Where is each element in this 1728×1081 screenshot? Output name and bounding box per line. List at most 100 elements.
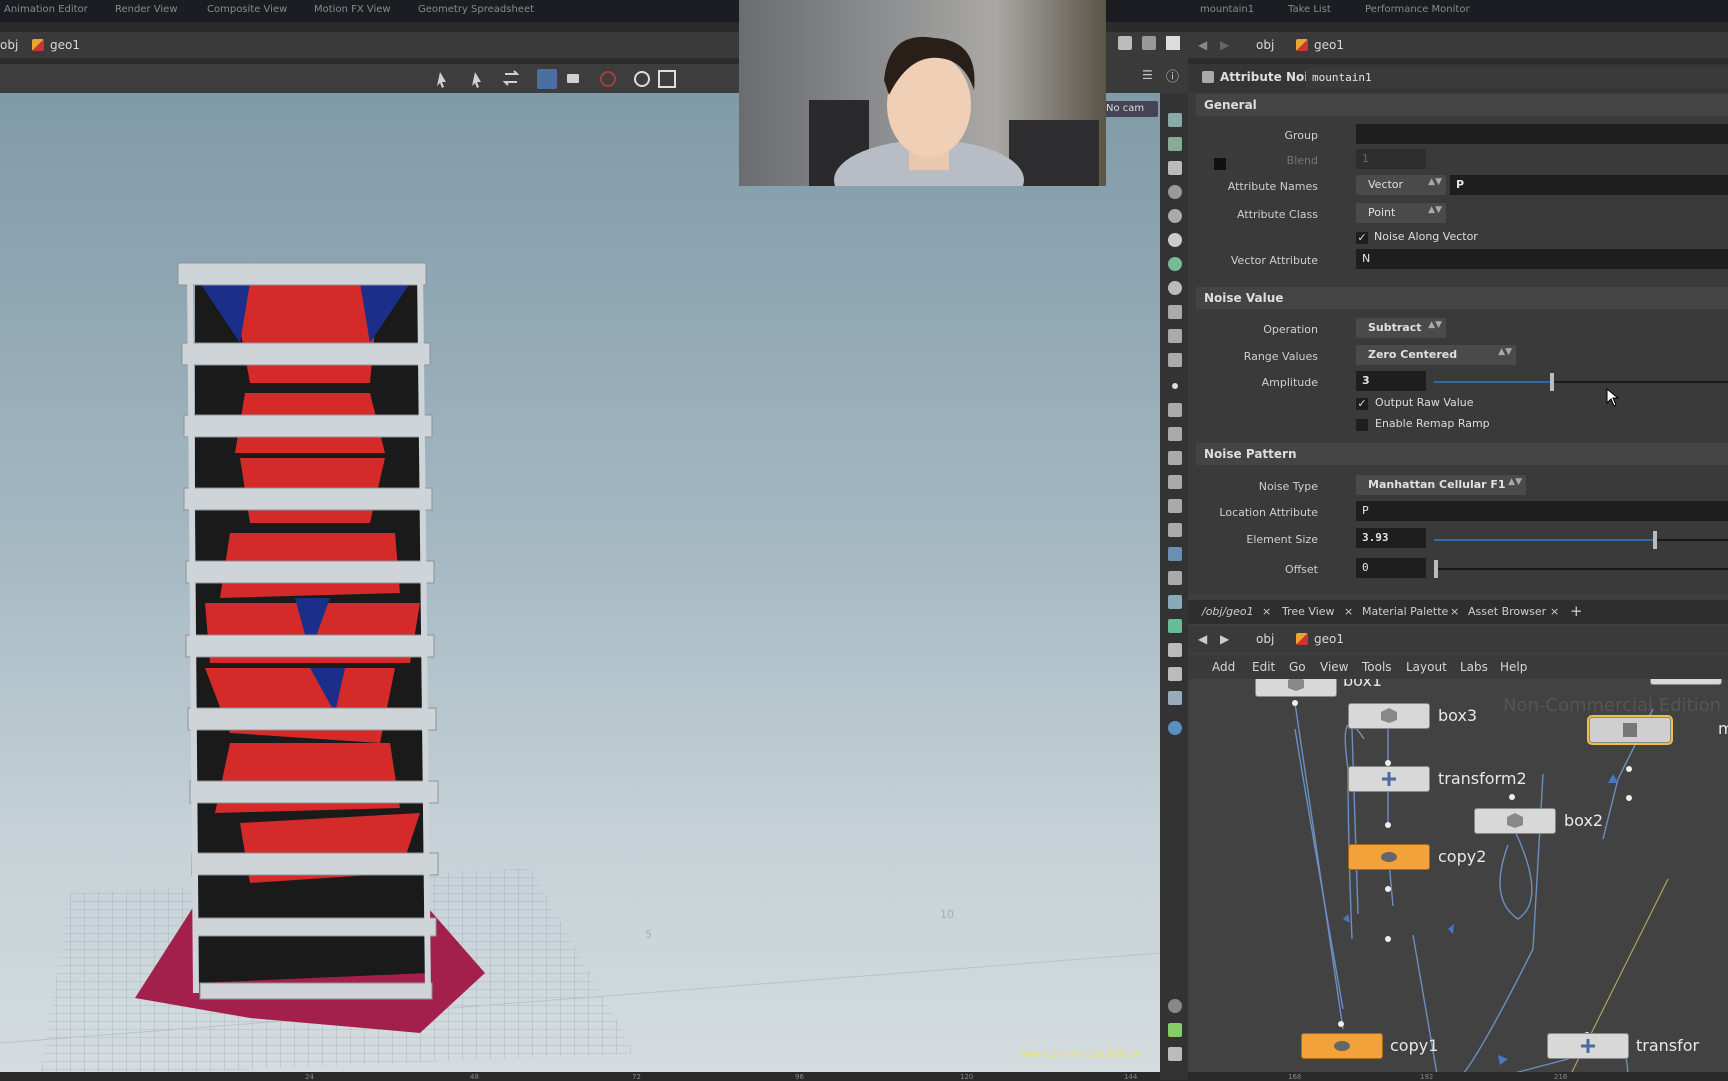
tab-render-view[interactable]: Render View	[115, 4, 178, 15]
tab-motion-fx-view[interactable]: Motion FX View	[314, 4, 391, 15]
group-field[interactable]	[1356, 124, 1728, 144]
camera-icon[interactable]	[1142, 36, 1156, 50]
menu-add[interactable]: Add	[1212, 660, 1235, 674]
number-icon[interactable]	[1168, 451, 1182, 465]
output-raw-checkbox[interactable]: ✓	[1356, 398, 1368, 410]
cube-icon[interactable]	[1118, 36, 1132, 50]
grid-tool-icon[interactable]	[1168, 571, 1182, 585]
lock-icon[interactable]	[1168, 161, 1182, 175]
sliders-icon[interactable]: ☰	[1142, 68, 1153, 82]
section-noise-pattern[interactable]: Noise Pattern	[1196, 443, 1728, 465]
offset-field[interactable]: 0	[1356, 558, 1426, 578]
camera-menu[interactable]: No cam	[1100, 101, 1158, 117]
amplitude-slider[interactable]	[1434, 373, 1728, 391]
help-icon[interactable]: ⓘ	[1166, 66, 1179, 85]
back-icon[interactable]: ◀	[1198, 632, 1207, 646]
tab-animation-editor[interactable]: Animation Editor	[4, 4, 88, 15]
timeline-bar[interactable]: 24 48 72 96 120 144	[0, 1072, 1160, 1081]
image-icon[interactable]	[1168, 691, 1182, 705]
view-icon[interactable]	[1168, 113, 1182, 127]
map-pin-icon[interactable]	[1168, 721, 1182, 735]
tab-tree-view[interactable]: Tree View	[1282, 605, 1335, 618]
forward-icon[interactable]: ▶	[1220, 38, 1229, 52]
element-size-field[interactable]: 3.93	[1356, 528, 1426, 548]
pin-icon[interactable]	[1168, 281, 1182, 295]
node-mountain1[interactable]	[1587, 715, 1673, 745]
noise-type-menu[interactable]: Manhattan Cellular F1 ▲▼	[1356, 475, 1526, 495]
3d-viewport[interactable]: 5 10 No cam Non-Commercial Edition	[0, 93, 1160, 1076]
location-attr-field[interactable]: P	[1356, 501, 1728, 521]
element-size-slider[interactable]	[1434, 531, 1728, 549]
add-tab-icon[interactable]: +	[1570, 602, 1583, 620]
brush-icon[interactable]	[1168, 403, 1182, 417]
forward-icon[interactable]: ▶	[1220, 632, 1229, 646]
vector-attr-field[interactable]: N	[1356, 249, 1728, 269]
tab-geometry-spreadsheet[interactable]: Geometry Spreadsheet	[418, 4, 534, 15]
hand-number-icon[interactable]	[1168, 499, 1182, 513]
terrain-icon[interactable]	[1168, 547, 1182, 561]
menu-go[interactable]: Go	[1289, 660, 1306, 674]
enable-remap-checkbox[interactable]	[1356, 419, 1368, 431]
shield-icon[interactable]	[1168, 619, 1182, 633]
pen-icon[interactable]	[1168, 427, 1182, 441]
operation-menu[interactable]: Subtract ▲▼	[1356, 318, 1446, 338]
tab-obj-geo1[interactable]: /obj/geo1	[1202, 605, 1254, 618]
node-top-right[interactable]	[1650, 679, 1722, 685]
network-canvas[interactable]: Non-Commercial Edition box1 box3 transfo…	[1188, 679, 1728, 1080]
close-icon[interactable]: ×	[1344, 605, 1353, 618]
tab-material-palette[interactable]: Material Palette	[1362, 605, 1448, 618]
amplitude-field[interactable]: 3	[1356, 371, 1426, 391]
menu-edit[interactable]: Edit	[1252, 660, 1275, 674]
blend-field[interactable]: 1	[1356, 149, 1426, 169]
element-size-slider-handle[interactable]	[1652, 531, 1657, 549]
path-node[interactable]: geo1	[32, 38, 80, 52]
sphere-icon[interactable]	[1168, 209, 1182, 223]
amplitude-slider-handle[interactable]	[1549, 373, 1554, 391]
offset-slider-handle[interactable]	[1434, 560, 1438, 578]
range-values-menu[interactable]: Zero Centered ▲▼	[1356, 345, 1516, 365]
path-node[interactable]: geo1	[1296, 632, 1344, 646]
close-icon[interactable]: ×	[1450, 605, 1459, 618]
render-tool-icon[interactable]	[1168, 353, 1182, 367]
point-icon[interactable]	[1172, 383, 1178, 389]
path-node[interactable]: geo1	[1296, 38, 1344, 52]
menu-labs[interactable]: Labs	[1460, 660, 1488, 674]
node-box2[interactable]	[1474, 808, 1556, 834]
tab-performance-monitor[interactable]: Performance Monitor	[1365, 4, 1470, 15]
menu-layout[interactable]: Layout	[1406, 660, 1447, 674]
node-box3[interactable]	[1348, 703, 1430, 729]
hand-icon[interactable]	[1168, 475, 1182, 489]
node-copy2[interactable]	[1348, 844, 1430, 870]
menu-help[interactable]: Help	[1500, 660, 1527, 674]
node-copy1[interactable]	[1301, 1033, 1383, 1059]
attr-class-menu[interactable]: Point ▲▼	[1356, 203, 1446, 223]
snap-point-icon[interactable]	[1168, 185, 1182, 199]
diamond-icon[interactable]	[1168, 595, 1182, 609]
path-root[interactable]: obj	[1256, 632, 1274, 646]
corner-icon[interactable]	[1168, 523, 1182, 537]
eye-icon[interactable]	[1168, 1047, 1182, 1061]
light-icon[interactable]	[1168, 233, 1182, 247]
attr-names-type-menu[interactable]: Vector ▲▼	[1356, 175, 1446, 195]
noise-along-vector-checkbox[interactable]: ✓	[1356, 232, 1368, 244]
node-name-field[interactable]: mountain1	[1306, 68, 1728, 88]
close-icon[interactable]: ×	[1262, 605, 1271, 618]
grid-view-icon[interactable]	[1168, 1023, 1182, 1037]
tab-take-list[interactable]: Take List	[1288, 4, 1331, 15]
deform-icon[interactable]	[1168, 305, 1182, 319]
viewport-tool-icons[interactable]	[0, 64, 740, 93]
path-root[interactable]: obj	[0, 38, 18, 52]
close-icon[interactable]: ×	[1550, 605, 1559, 618]
menu-tools[interactable]: Tools	[1362, 660, 1392, 674]
tab-composite-view[interactable]: Composite View	[207, 4, 287, 15]
path-root[interactable]: obj	[1256, 38, 1274, 52]
tab-mountain1[interactable]: mountain1	[1200, 4, 1254, 15]
location-icon[interactable]	[1168, 257, 1182, 271]
section-noise-value[interactable]: Noise Value	[1196, 287, 1728, 309]
tab-asset-browser[interactable]: Asset Browser	[1468, 605, 1546, 618]
info-icon[interactable]	[1168, 999, 1182, 1013]
camera-tool-icon[interactable]	[1168, 329, 1182, 343]
section-general[interactable]: General	[1196, 94, 1728, 116]
ghost-icon[interactable]	[1168, 137, 1182, 151]
tool-icon[interactable]	[1168, 643, 1182, 657]
